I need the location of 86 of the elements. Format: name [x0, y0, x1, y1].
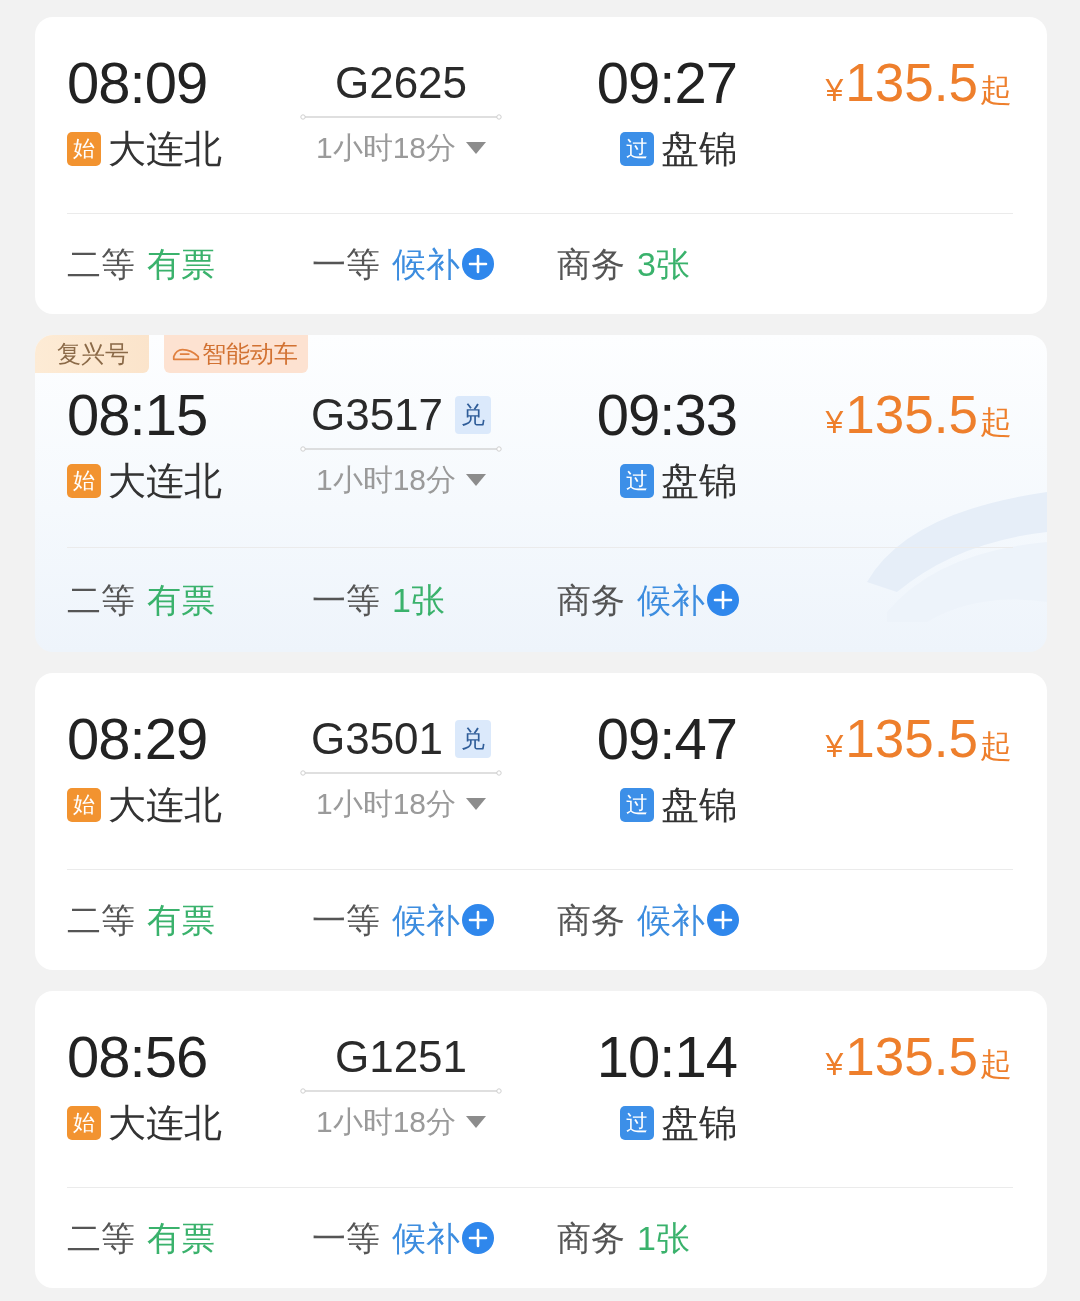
tag-label: 智能动车	[202, 339, 298, 369]
price-amount: 135.5	[845, 1026, 978, 1088]
seat-class: 一等	[312, 244, 380, 285]
train-number: G1251	[334, 1032, 468, 1082]
train-icon	[172, 347, 200, 361]
seat-class: 商务	[557, 1218, 625, 1259]
caret-icon	[466, 474, 487, 486]
station-type-badge: 过	[620, 464, 654, 498]
plus-circle-icon	[462, 248, 494, 280]
waitlist-button[interactable]: 候补	[637, 898, 739, 942]
exchange-badge: 兑	[455, 720, 492, 758]
ticket-availability: 1张	[637, 1218, 690, 1259]
seat-class: 商务	[557, 580, 625, 621]
arrival-time: 09:27	[596, 51, 737, 115]
ticket-availability: 3张	[637, 244, 690, 285]
seat-class: 一等	[312, 1218, 380, 1259]
currency-symbol: ¥	[825, 1045, 844, 1084]
train-number: G2625	[334, 58, 468, 108]
departure-time: 08:09	[67, 51, 209, 115]
station-type-badge: 过	[620, 1106, 654, 1140]
ticket-availability: 有票	[147, 1218, 215, 1259]
arrival-station: 盘锦	[661, 459, 737, 503]
arrival-time: 09:33	[596, 383, 737, 447]
caret-icon	[466, 798, 487, 810]
plus-circle-icon	[462, 904, 494, 936]
train-card[interactable]: 08:56 始 大连北 G1251 1小时18分 10:14 过 盘锦 ¥135.5起 二等 有票 一等 候补 商务 1张	[35, 991, 1047, 1288]
caret-icon	[466, 142, 487, 154]
seat-class: 商务	[557, 900, 625, 941]
currency-symbol: ¥	[825, 727, 844, 766]
seat-class: 一等	[312, 580, 380, 621]
waitlist-button[interactable]: 候补	[637, 578, 739, 622]
arrival-time: 10:14	[596, 1025, 737, 1089]
price-suffix: 起	[980, 1045, 1012, 1084]
ticket-availability: 有票	[147, 900, 215, 941]
ticket-availability: 1张	[392, 580, 445, 621]
departure-time: 08:29	[67, 707, 209, 771]
seat-class: 一等	[312, 900, 380, 941]
ticket-availability: 有票	[147, 244, 215, 285]
departure-station: 大连北	[108, 459, 222, 503]
station-type-badge: 始	[67, 464, 101, 498]
station-type-badge: 始	[67, 132, 101, 166]
seat-class: 二等	[67, 1218, 135, 1259]
caret-icon	[466, 1116, 487, 1128]
train-card[interactable]: 08:09 始 大连北 G2625 1小时18分 09:27 过 盘锦 ¥135.5起 二等 有票 一等 候补 商务 3张	[35, 17, 1047, 314]
station-type-badge: 始	[67, 1106, 101, 1140]
price-suffix: 起	[980, 403, 1012, 442]
seat-class: 商务	[557, 244, 625, 285]
train-card[interactable]: 复兴号 智能动车 08:15 始 大连北 G3517 兑 1小时18分 09:33 过 盘锦 ¥135.5起 二等 有票 一等 1张 商务 候补	[35, 335, 1047, 652]
ticket-availability: 有票	[147, 580, 215, 621]
arrival-station: 盘锦	[661, 1101, 737, 1145]
duration-button[interactable]: 1小时18分	[315, 128, 487, 168]
price-amount: 135.5	[845, 52, 978, 114]
departure-station: 大连北	[108, 1101, 222, 1145]
exchange-badge: 兑	[455, 396, 492, 434]
arrival-time: 09:47	[596, 707, 737, 771]
departure-time: 08:15	[67, 383, 209, 447]
price-amount: 135.5	[845, 384, 978, 446]
duration-button[interactable]: 1小时18分	[315, 1102, 487, 1142]
departure-station: 大连北	[108, 127, 222, 171]
price-suffix: 起	[980, 71, 1012, 110]
arrival-station: 盘锦	[661, 127, 737, 171]
train-card[interactable]: 08:29 始 大连北 G3501 兑 1小时18分 09:47 过 盘锦 ¥135.5起 二等 有票 一等 候补 商务 候补	[35, 673, 1047, 970]
train-type-tag: 复兴号	[35, 335, 149, 373]
station-type-badge: 过	[620, 132, 654, 166]
currency-symbol: ¥	[825, 71, 844, 110]
seat-class: 二等	[67, 580, 135, 621]
departure-time: 08:56	[67, 1025, 209, 1089]
departure-station: 大连北	[108, 783, 222, 827]
seat-class: 二等	[67, 244, 135, 285]
waitlist-button[interactable]: 候补	[392, 242, 494, 286]
plus-circle-icon	[707, 584, 739, 616]
train-number: G3517	[310, 390, 444, 440]
station-type-badge: 过	[620, 788, 654, 822]
seat-class: 二等	[67, 900, 135, 941]
price-suffix: 起	[980, 727, 1012, 766]
plus-circle-icon	[462, 1222, 494, 1254]
price-amount: 135.5	[845, 708, 978, 770]
plus-circle-icon	[707, 904, 739, 936]
arrival-station: 盘锦	[661, 783, 737, 827]
duration-button[interactable]: 1小时18分	[315, 784, 487, 824]
station-type-badge: 始	[67, 788, 101, 822]
waitlist-button[interactable]: 候补	[392, 898, 494, 942]
currency-symbol: ¥	[825, 403, 844, 442]
duration-button[interactable]: 1小时18分	[315, 460, 487, 500]
train-number: G3501	[310, 714, 444, 764]
waitlist-button[interactable]: 候补	[392, 1216, 494, 1260]
